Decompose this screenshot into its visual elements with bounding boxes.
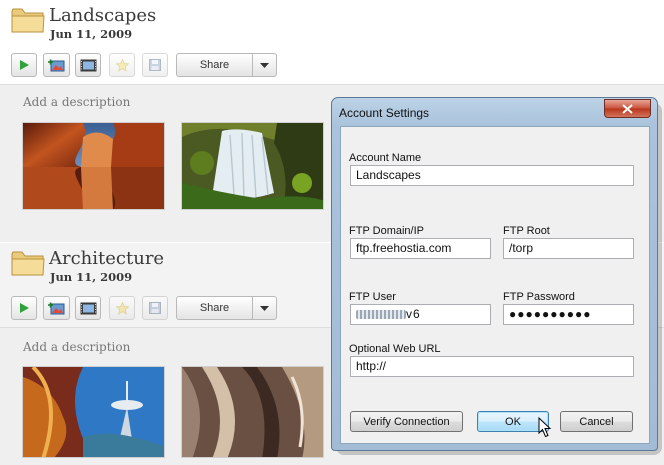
star-icon bbox=[115, 301, 129, 315]
photo-thumbnail-space-needle[interactable] bbox=[22, 366, 165, 458]
slideshow-button[interactable] bbox=[75, 53, 101, 77]
web-url-label: Optional Web URL bbox=[349, 343, 441, 355]
album-date: Jun 11, 2009 bbox=[50, 27, 133, 41]
dialog-body: Account Name Landscapes FTP Domain/IP ft… bbox=[340, 126, 650, 444]
film-icon bbox=[80, 302, 96, 314]
star-icon bbox=[115, 58, 129, 72]
cancel-button[interactable]: Cancel bbox=[560, 411, 633, 432]
share-label[interactable]: Share bbox=[177, 297, 253, 319]
account-name-field[interactable]: Landscapes bbox=[350, 165, 634, 186]
photo-thumbnail-metal-sculpture[interactable] bbox=[181, 366, 324, 458]
save-button[interactable] bbox=[142, 296, 168, 320]
metal-sculpture-photo bbox=[182, 367, 323, 457]
ftp-user-field[interactable]: v6 bbox=[350, 304, 491, 325]
share-button[interactable]: Share bbox=[176, 53, 277, 77]
close-icon bbox=[622, 103, 633, 114]
save-button[interactable] bbox=[142, 53, 168, 77]
redacted-username bbox=[356, 310, 406, 320]
share-label[interactable]: Share bbox=[177, 54, 253, 76]
chevron-down-icon bbox=[260, 62, 269, 68]
dialog-title: Account Settings bbox=[339, 106, 430, 120]
folder-icon bbox=[11, 251, 45, 276]
album-header: Landscapes Jun 11, 2009 Share bbox=[0, 0, 664, 84]
photo-thumbnail-waterfall[interactable] bbox=[181, 122, 324, 210]
play-icon bbox=[20, 60, 29, 70]
photo-thumbnail-canyon[interactable] bbox=[22, 122, 165, 210]
floppy-icon bbox=[149, 302, 161, 314]
ftp-domain-field[interactable]: ftp.freehostia.com bbox=[350, 238, 491, 259]
album-title[interactable]: Architecture bbox=[49, 248, 164, 269]
close-button[interactable] bbox=[604, 99, 651, 118]
add-photo-icon bbox=[48, 302, 65, 314]
folder-icon bbox=[11, 8, 45, 33]
floppy-icon bbox=[149, 59, 161, 71]
share-menu-toggle[interactable] bbox=[253, 297, 276, 319]
web-url-field[interactable]: http:// bbox=[350, 356, 634, 377]
ftp-user-label: FTP User bbox=[349, 291, 396, 303]
play-button[interactable] bbox=[11, 53, 37, 77]
mouse-cursor-icon bbox=[538, 417, 551, 438]
play-button[interactable] bbox=[11, 296, 37, 320]
play-icon bbox=[20, 303, 29, 313]
share-button[interactable]: Share bbox=[176, 296, 277, 320]
film-icon bbox=[80, 59, 96, 71]
ftp-root-field[interactable]: /torp bbox=[503, 238, 634, 259]
favorite-button[interactable] bbox=[109, 53, 135, 77]
description-field[interactable]: Add a description bbox=[23, 95, 130, 109]
chevron-down-icon bbox=[260, 305, 269, 311]
ftp-password-label: FTP Password bbox=[503, 291, 575, 303]
album-date: Jun 11, 2009 bbox=[50, 270, 133, 284]
favorite-button[interactable] bbox=[109, 296, 135, 320]
album-title[interactable]: Landscapes bbox=[49, 5, 156, 26]
verify-connection-button[interactable]: Verify Connection bbox=[350, 411, 463, 432]
account-settings-dialog: Account Settings Account Name Landscapes… bbox=[331, 97, 658, 451]
add-photo-button[interactable] bbox=[43, 296, 70, 320]
slideshow-button[interactable] bbox=[75, 296, 101, 320]
ftp-domain-label: FTP Domain/IP bbox=[349, 225, 424, 237]
ftp-password-field[interactable]: ●●●●●●●●●● bbox=[503, 304, 634, 325]
add-photo-button[interactable] bbox=[43, 53, 70, 77]
canyon-photo bbox=[23, 123, 164, 209]
description-field[interactable]: Add a description bbox=[23, 340, 130, 354]
space-needle-photo bbox=[23, 367, 164, 457]
ftp-user-visible: v6 bbox=[406, 307, 421, 321]
ftp-root-label: FTP Root bbox=[503, 225, 550, 237]
waterfall-photo bbox=[182, 123, 323, 209]
share-menu-toggle[interactable] bbox=[253, 54, 276, 76]
account-name-label: Account Name bbox=[349, 152, 422, 164]
add-photo-icon bbox=[48, 59, 65, 71]
